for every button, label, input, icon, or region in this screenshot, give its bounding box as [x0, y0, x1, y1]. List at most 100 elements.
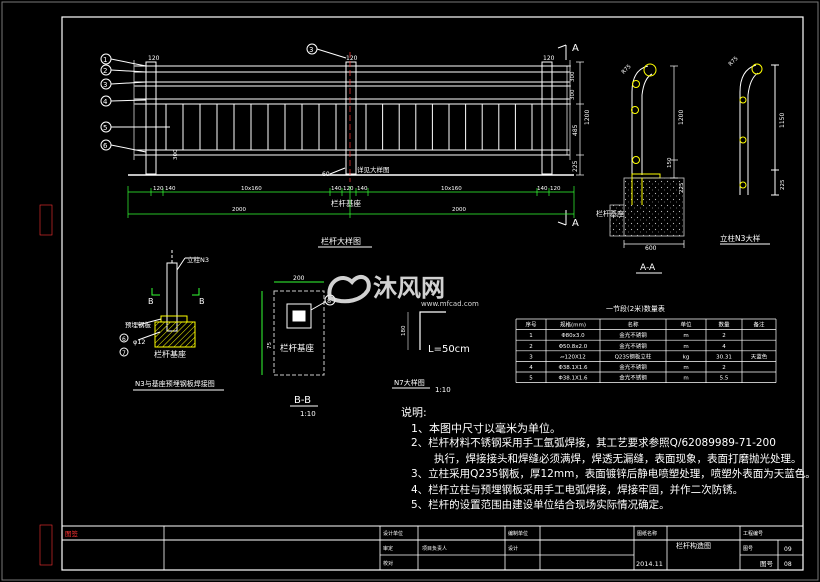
post-top-dim-2: 120 — [346, 55, 358, 62]
n3-title: 立柱N3大样 — [720, 233, 761, 243]
n7-title: N7大样图 — [394, 378, 425, 387]
section-bb-drawing — [261, 281, 336, 376]
watermark-logo — [327, 274, 371, 304]
dim-485: 485 — [572, 124, 579, 136]
balusters — [165, 104, 533, 150]
table-header-cell: 备注 — [753, 321, 765, 329]
tb-cell-1: 设计单位 — [383, 530, 403, 537]
note-line-5: 4、栏杆立柱与预埋钢板采用手工电弧焊接，焊接牢固，并作二次防锈。 — [411, 483, 744, 496]
drawing-date: 2014.11 — [636, 560, 663, 568]
railing-elevation — [128, 52, 574, 182]
balloons-left — [100, 43, 347, 153]
table-header-cell: 单位 — [680, 321, 692, 329]
table-cell: 1 — [529, 333, 533, 339]
dim-label-8: 140 — [537, 186, 548, 192]
bb-title: B-B — [294, 395, 311, 406]
table-cell: m — [683, 333, 688, 339]
table-cell: Φ38.1X1.6 — [558, 376, 588, 382]
tb-cell-2: 编制单位 — [508, 530, 528, 537]
table-cell: 2 — [722, 333, 726, 339]
n3-dim-225: 225 — [780, 179, 786, 190]
table-cell: Φ80x3.0 — [561, 333, 585, 339]
dim-2000-left: 2000 — [232, 207, 246, 213]
n7-dim-180: 180 — [401, 325, 407, 336]
aa-dim-150: 150 — [667, 157, 673, 168]
tb-cell-4: 工程编号 — [743, 530, 763, 537]
tb-cell-7: 校对 — [383, 560, 393, 567]
tb-cell-5: 审定 — [383, 545, 393, 552]
table-cell: 2 — [722, 365, 726, 371]
dim-label-9: 120 — [550, 186, 561, 192]
embed-base-label: 栏杆基座 — [154, 349, 186, 359]
embed-balloon-6: 6 — [122, 336, 126, 343]
table-cell: Φ38.1X1.6 — [558, 365, 588, 371]
dim-300-b: 300 — [570, 89, 576, 100]
bb-dim-200: 200 — [293, 275, 305, 282]
dim-300-a: 300 — [570, 71, 576, 82]
table-title: 一节段(2米)数量表 — [606, 304, 665, 313]
embed-plate-label: 预埋钢板 — [125, 320, 152, 329]
embed-title: N3与基座预埋钢板焊接图 — [135, 379, 215, 388]
table-cell: Q235钢板立柱 — [615, 352, 652, 360]
dim-label-3: 10x160 — [241, 186, 262, 192]
dim-300-c: 300 — [173, 149, 179, 160]
margin-labels — [39, 204, 53, 566]
watermark: 沐风网 www.mfcad.com — [327, 274, 479, 308]
embed-mark-b-right: B — [199, 297, 205, 306]
table-cell: Φ50.8x2.0 — [559, 344, 588, 350]
dim-label-2: 140 — [165, 186, 176, 192]
section-aa-drawing — [631, 63, 661, 179]
sheet-label: 图号 — [760, 560, 774, 568]
watermark-brand: 沐风网 — [373, 274, 445, 302]
dim-2000-right: 2000 — [452, 207, 466, 213]
aa-base-label: 栏杆基座 — [596, 209, 624, 218]
n7-length: L=50cm — [428, 344, 470, 355]
n3-radius: R75 — [728, 55, 740, 67]
embed-bolt-label: φ12 — [133, 338, 146, 346]
table-cell: 3 — [529, 354, 533, 360]
tb-cell-9: 图号 — [743, 546, 753, 552]
note-line-1: 1、本图中尺寸以毫米为单位。 — [411, 421, 561, 435]
table-header-cell: 序号 — [525, 321, 537, 329]
table-cell: 天蓝色 — [751, 352, 768, 360]
balloon-6: 6 — [103, 142, 108, 150]
section-mark-a-top: A — [572, 43, 579, 54]
embed-post-label: 立柱N3 — [187, 255, 209, 264]
watermark-url: www.mfcad.com — [421, 300, 479, 308]
table-cell: m — [683, 344, 688, 350]
table-cell: 4 — [722, 344, 726, 350]
table-cell: kg — [683, 354, 690, 360]
dim-label-6: 140 — [357, 186, 368, 192]
table-cell: 金光不锈钢 — [619, 331, 647, 339]
aa-dim-225: 225 — [679, 182, 685, 193]
table-cell: 2 — [529, 344, 533, 350]
embed-mark-b-left: B — [148, 297, 154, 306]
dim-225: 225 — [572, 160, 579, 172]
table-cell: 4 — [529, 365, 533, 371]
balloon-3: 3 — [103, 81, 107, 89]
note-line-4: 3、立柱采用Q235钢板，厚12mm，表面镀锌后静电喷塑处理，喷塑外表面为天蓝色… — [411, 468, 816, 480]
dim-label-1: 120 — [153, 186, 164, 192]
table-header-cell: 数量 — [718, 321, 730, 329]
notes-heading: 说明: — [401, 406, 427, 419]
elevation-base-text: 栏杆基座 — [331, 198, 361, 208]
sheet-no: 09 — [784, 546, 792, 553]
table-cell: 金光不锈钢 — [619, 342, 647, 350]
table-cell: 5.5 — [720, 376, 729, 382]
table-cell: 5 — [529, 376, 533, 382]
dim-1200: 1200 — [584, 110, 591, 125]
balloon-4: 4 — [103, 98, 108, 106]
note-line-6: 5、栏杆的设置范围由建设单位结合现场实际情况确定。 — [411, 499, 670, 511]
see-detail-text: 详见大样图 — [357, 165, 390, 174]
title-block-left-label: 图签 — [65, 529, 79, 538]
tb-cell-3: 图纸名称 — [637, 530, 657, 537]
aa-title: A-A — [640, 263, 656, 273]
post-top-dim-1: 120 — [148, 55, 160, 62]
dim-label-4: 140 — [331, 186, 342, 192]
bb-label: 栏杆基座 — [280, 343, 315, 354]
note-line-3: 执行，焊接接头和焊缝必须满焊，焊透无漏缝，表面现象，表面打磨抛光处理。 — [434, 452, 802, 465]
aa-radius: R75 — [621, 63, 633, 75]
table-cell: 金光不锈钢 — [619, 374, 647, 382]
bb-scale: 1:10 — [300, 410, 316, 418]
aa-dim-600: 600 — [645, 245, 657, 252]
